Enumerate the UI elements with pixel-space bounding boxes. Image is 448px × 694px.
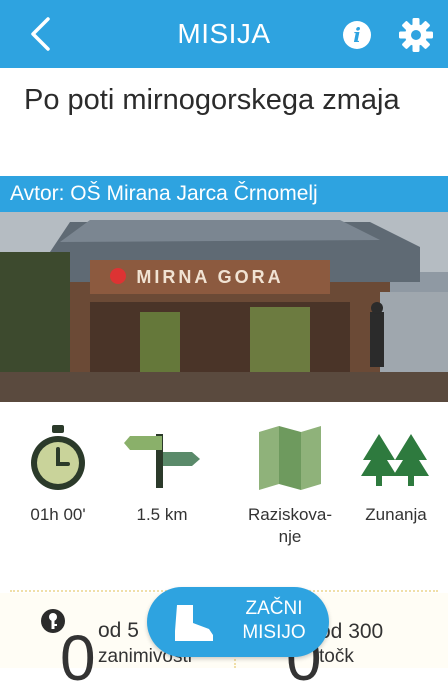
trees-icon [361, 434, 429, 486]
points-of-interest-total: od 5 [98, 619, 139, 642]
mission-stats: 01h 00' 1.5 km Raziskova- nje Zunanja [0, 420, 448, 580]
start-button-label-line1: ZAČNI [245, 598, 303, 619]
top-bar: MISIJA i [0, 0, 448, 68]
boot-icon [175, 605, 213, 641]
stat-distance-label: 1.5 km [136, 505, 188, 524]
stat-duration: 01h 00' [8, 420, 108, 526]
stat-environment: Zunanja [346, 420, 446, 526]
stat-environment-label: Zunanja [365, 505, 427, 524]
gear-icon [399, 18, 433, 52]
settings-button[interactable] [397, 16, 435, 54]
points-of-interest-count: 0 [60, 622, 96, 694]
author-label: Avtor: OŠ Mirana Jarca Črnomelj [0, 176, 448, 212]
signpost-icon [124, 434, 200, 488]
stat-distance: 1.5 km [112, 420, 212, 526]
page-title: MISIJA [177, 18, 271, 49]
photo-sign: MIRNA GORA [136, 267, 283, 287]
start-button-label-line2: MISIJO [242, 622, 306, 643]
stat-duration-label: 01h 00' [30, 505, 86, 524]
start-mission-button[interactable]: ZAČNI MISIJO [147, 587, 329, 657]
stat-type: Raziskova- nje [240, 420, 340, 548]
points-unit: točk [319, 646, 354, 667]
stopwatch-icon [31, 425, 85, 490]
map-icon [259, 426, 321, 490]
mission-title: Po poti mirnogorskega zmaja [24, 84, 400, 116]
mission-photo: MIRNA GORA [0, 212, 448, 402]
stat-type-label: Raziskova- nje [247, 505, 333, 546]
info-icon: i [353, 23, 361, 47]
info-button[interactable]: i [343, 21, 371, 49]
